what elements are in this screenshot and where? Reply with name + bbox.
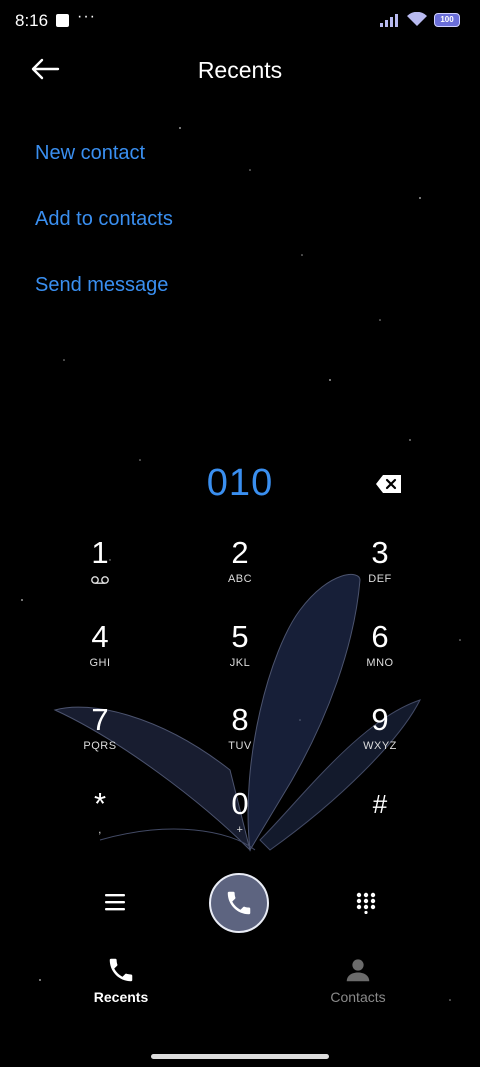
send-message-link[interactable]: Send message: [35, 274, 168, 297]
phone-icon: [109, 958, 133, 982]
tab-label: Contacts: [330, 989, 386, 1005]
key-letters: +: [236, 824, 244, 836]
add-to-contacts-link[interactable]: Add to contacts: [35, 208, 173, 231]
voicemail-icon: [91, 576, 109, 584]
tab-recents[interactable]: Recents: [61, 955, 181, 1005]
home-indicator[interactable]: [151, 1054, 329, 1059]
dialed-number: 010: [206, 462, 274, 504]
key-digit: 6: [371, 619, 389, 654]
key-digit: 4: [91, 619, 109, 654]
key-letters: TUV: [228, 740, 252, 752]
key-7[interactable]: 7 PQRS: [45, 702, 155, 776]
key-8[interactable]: 8 TUV: [185, 702, 295, 776]
key-digit: 8: [231, 702, 249, 737]
phone-icon: [227, 891, 251, 915]
key-digit: 7: [91, 702, 109, 737]
key-letters: ABC: [227, 573, 253, 585]
key-2[interactable]: 2 ABC: [185, 535, 295, 609]
key-star[interactable]: * ,: [45, 786, 155, 860]
backspace-icon[interactable]: [375, 473, 403, 495]
key-5[interactable]: 5 JKL: [185, 619, 295, 693]
key-digit: 1: [91, 535, 109, 570]
key-digit: 2: [231, 535, 249, 570]
signal-icon: [380, 13, 398, 27]
key-letters: GHI: [89, 657, 111, 669]
more-notifications-icon: ···: [77, 8, 96, 25]
wifi-icon: [407, 12, 427, 26]
key-hash[interactable]: #: [325, 786, 435, 860]
notification-icon: [56, 14, 69, 27]
key-letters: PQRS: [83, 740, 117, 752]
header: Recents: [0, 40, 480, 100]
tab-contacts[interactable]: Contacts: [298, 955, 418, 1005]
key-1[interactable]: 1: [45, 535, 155, 609]
key-letters: JKL: [229, 657, 251, 669]
key-digit: *: [93, 786, 107, 821]
key-letters: ,: [98, 824, 102, 836]
key-digit: 9: [371, 702, 389, 737]
status-bar: 8:16 ··· 100: [0, 0, 480, 40]
person-icon: [346, 959, 370, 982]
key-digit: 5: [231, 619, 249, 654]
page-title: Recents: [197, 57, 283, 83]
call-button[interactable]: [209, 873, 269, 933]
key-6[interactable]: 6 MNO: [325, 619, 435, 693]
key-digit: 0: [231, 786, 249, 821]
menu-icon[interactable]: [102, 889, 128, 915]
key-digit: 3: [371, 535, 389, 570]
status-time: 8:16: [15, 11, 49, 30]
key-letters: WXYZ: [363, 740, 397, 752]
tab-label: Recents: [93, 989, 149, 1005]
key-9[interactable]: 9 WXYZ: [325, 702, 435, 776]
key-3[interactable]: 3 DEF: [325, 535, 435, 609]
dialpad-icon[interactable]: [355, 892, 377, 914]
new-contact-link[interactable]: New contact: [35, 142, 145, 165]
key-letters: MNO: [366, 657, 394, 669]
key-digit: #: [372, 789, 388, 819]
key-4[interactable]: 4 GHI: [45, 619, 155, 693]
key-0[interactable]: 0 +: [185, 786, 295, 860]
battery-icon: 100: [434, 12, 460, 27]
key-letters: DEF: [368, 573, 392, 585]
